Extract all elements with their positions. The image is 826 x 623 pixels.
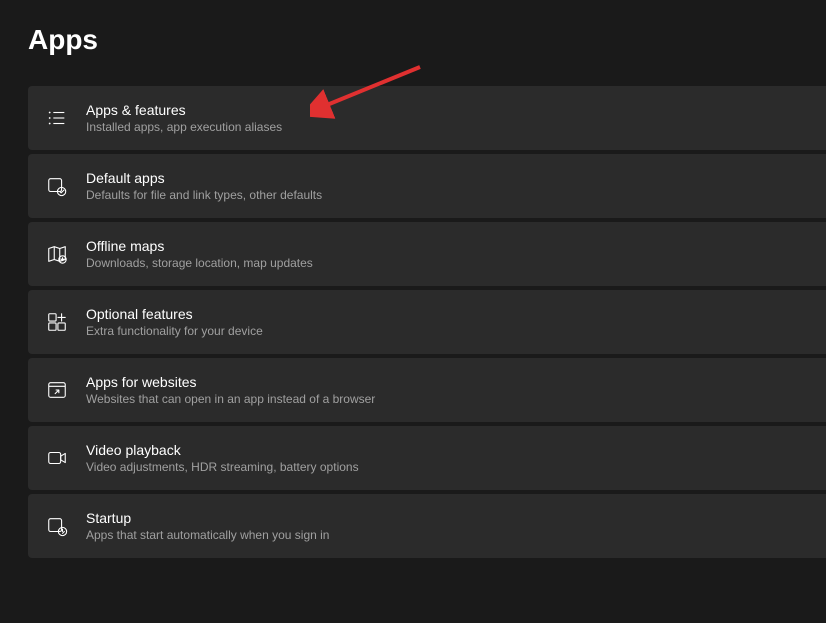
window-open-icon xyxy=(46,379,68,401)
item-title: Apps & features xyxy=(86,102,282,118)
startup-icon xyxy=(46,515,68,537)
settings-list: Apps & features Installed apps, app exec… xyxy=(0,86,826,558)
item-text: Video playback Video adjustments, HDR st… xyxy=(86,442,359,474)
item-text: Apps for websites Websites that can open… xyxy=(86,374,375,406)
settings-item-apps-features[interactable]: Apps & features Installed apps, app exec… xyxy=(28,86,826,150)
item-text: Optional features Extra functionality fo… xyxy=(86,306,263,338)
grid-plus-icon xyxy=(46,311,68,333)
item-description: Video adjustments, HDR streaming, batter… xyxy=(86,460,359,474)
settings-item-apps-for-websites[interactable]: Apps for websites Websites that can open… xyxy=(28,358,826,422)
item-title: Video playback xyxy=(86,442,359,458)
item-description: Downloads, storage location, map updates xyxy=(86,256,313,270)
settings-item-optional-features[interactable]: Optional features Extra functionality fo… xyxy=(28,290,826,354)
item-text: Default apps Defaults for file and link … xyxy=(86,170,322,202)
item-text: Offline maps Downloads, storage location… xyxy=(86,238,313,270)
item-text: Startup Apps that start automatically wh… xyxy=(86,510,329,542)
settings-item-video-playback[interactable]: Video playback Video adjustments, HDR st… xyxy=(28,426,826,490)
settings-item-startup[interactable]: Startup Apps that start automatically wh… xyxy=(28,494,826,558)
page-title: Apps xyxy=(28,24,826,56)
list-icon xyxy=(46,107,68,129)
item-description: Websites that can open in an app instead… xyxy=(86,392,375,406)
item-description: Installed apps, app execution aliases xyxy=(86,120,282,134)
item-description: Extra functionality for your device xyxy=(86,324,263,338)
map-icon xyxy=(46,243,68,265)
item-title: Default apps xyxy=(86,170,322,186)
item-title: Offline maps xyxy=(86,238,313,254)
video-icon xyxy=(46,447,68,469)
item-description: Apps that start automatically when you s… xyxy=(86,528,329,542)
item-title: Optional features xyxy=(86,306,263,322)
page-header: Apps xyxy=(0,0,826,56)
item-description: Defaults for file and link types, other … xyxy=(86,188,322,202)
settings-item-default-apps[interactable]: Default apps Defaults for file and link … xyxy=(28,154,826,218)
default-apps-icon xyxy=(46,175,68,197)
item-title: Apps for websites xyxy=(86,374,375,390)
item-text: Apps & features Installed apps, app exec… xyxy=(86,102,282,134)
settings-item-offline-maps[interactable]: Offline maps Downloads, storage location… xyxy=(28,222,826,286)
item-title: Startup xyxy=(86,510,329,526)
